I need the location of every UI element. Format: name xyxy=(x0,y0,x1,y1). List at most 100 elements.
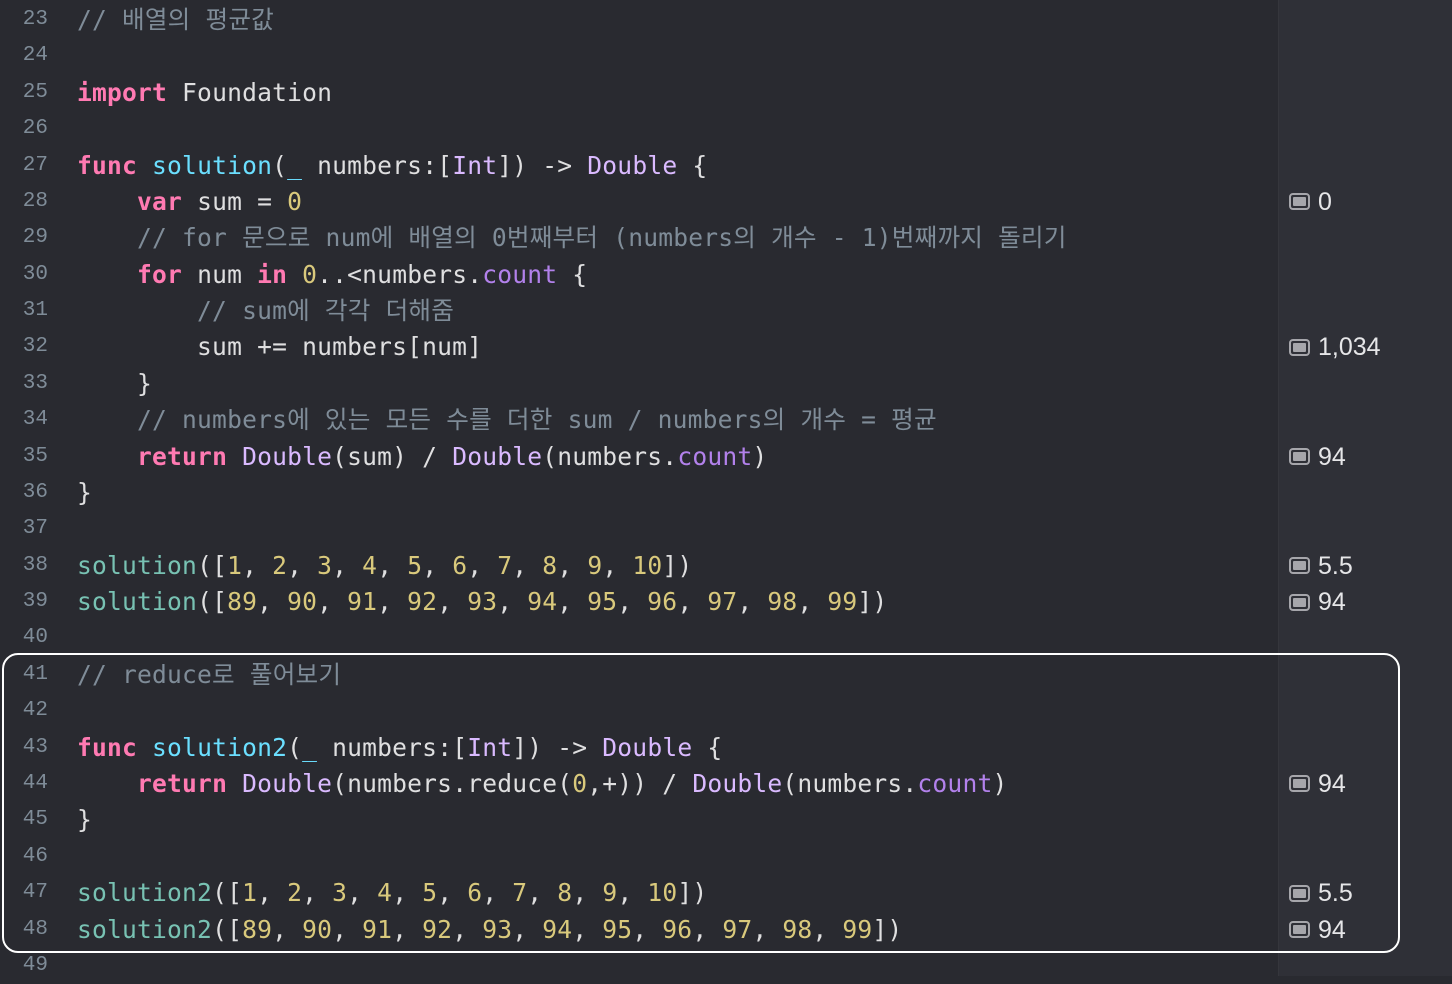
code-line[interactable]: 35 return Double(sum) / Double(numbers.c… xyxy=(0,439,1278,475)
result-badge[interactable]: 94 xyxy=(1289,912,1346,948)
code-line[interactable]: 42 xyxy=(0,693,1278,729)
quick-look-icon[interactable] xyxy=(1289,448,1310,466)
result-badge[interactable]: 1,034 xyxy=(1289,329,1381,365)
code-token-plain: , xyxy=(557,550,588,580)
code-token-plain: , xyxy=(287,550,318,580)
code-line[interactable]: 33 } xyxy=(0,366,1278,402)
quick-look-icon[interactable] xyxy=(1289,593,1310,611)
code-token-number: 98 xyxy=(767,587,798,617)
result-badge[interactable]: 94 xyxy=(1289,584,1346,620)
code-token-number: 95 xyxy=(587,587,618,617)
code-token-number: 0 xyxy=(572,768,588,798)
code-line[interactable]: 43 func solution2(_ numbers:[Int]) -> Dou… xyxy=(0,730,1278,766)
code-token-number: 89 xyxy=(242,914,273,944)
code-line[interactable]: 37 xyxy=(0,511,1278,547)
code-token-plain: { xyxy=(557,259,588,289)
code-editor[interactable]: 23// 배열의 평균값 24 25 import Foundation 26 27 fun… xyxy=(0,0,1278,977)
code-token-prop: count xyxy=(917,768,993,798)
code-text: solution2([89, 90, 91, 92, 93, 94, 95, 9… xyxy=(77,912,902,948)
code-line[interactable]: 47 solution2([1, 2, 3, 4, 5, 6, 7, 8, 9, … xyxy=(0,875,1278,911)
code-token-func: solution xyxy=(152,150,273,180)
code-line[interactable]: 44 return Double(numbers.reduce(0,+)) / … xyxy=(0,766,1278,802)
quick-look-icon[interactable] xyxy=(1289,557,1310,575)
line-number: 37 xyxy=(22,517,48,541)
line-number: 45 xyxy=(22,808,48,832)
code-token-keyword: return xyxy=(137,768,228,798)
code-line[interactable]: 23 // 배열의 평균값 xyxy=(0,2,1278,38)
code-line[interactable]: 28 var sum = 0 xyxy=(0,184,1278,220)
code-token-plain: , xyxy=(242,550,273,580)
code-line[interactable]: 49 xyxy=(0,948,1278,984)
line-number: 26 xyxy=(22,117,48,141)
line-number: 46 xyxy=(22,844,48,868)
code-line[interactable]: 41 // reduce로 풀어보기 xyxy=(0,657,1278,693)
quick-look-icon[interactable] xyxy=(1289,921,1310,938)
line-number: 41 xyxy=(22,662,48,686)
code-line[interactable]: 30 for num in 0..<numbers.count { xyxy=(0,257,1278,293)
line-number: 48 xyxy=(22,917,48,941)
code-token-comment: // numbers에 있는 모든 수를 더한 sum / numbers의 개… xyxy=(77,405,937,435)
line-number: 31 xyxy=(22,299,48,323)
code-token-keyword: for xyxy=(137,259,183,289)
code-token-plain: { xyxy=(692,732,723,762)
code-line[interactable]: 48 solution2([89, 90, 91, 92, 93, 94, 95,… xyxy=(0,912,1278,948)
code-token-number: 92 xyxy=(422,914,453,944)
code-line[interactable]: 45} xyxy=(0,802,1278,838)
code-line[interactable]: 36} xyxy=(0,475,1278,511)
code-line[interactable]: 24 xyxy=(0,38,1278,74)
code-token-number: 2 xyxy=(287,878,303,908)
code-text: } xyxy=(77,475,92,511)
code-token-plain: } xyxy=(77,805,93,835)
code-text: // numbers에 있는 모든 수를 더한 sum / numbers의 개… xyxy=(77,402,937,438)
result-badge[interactable]: 5.5 xyxy=(1289,875,1353,911)
line-number: 34 xyxy=(22,408,48,432)
code-token-plain: , xyxy=(512,550,543,580)
code-line[interactable]: 46 xyxy=(0,839,1278,875)
line-number: 36 xyxy=(22,480,48,504)
line-number: 44 xyxy=(22,771,48,795)
quick-look-icon[interactable] xyxy=(1289,884,1310,902)
code-line[interactable]: 26 xyxy=(0,111,1278,147)
code-token-number: 1 xyxy=(242,878,258,908)
code-token-call: solution xyxy=(77,587,198,617)
code-token-plain: , xyxy=(797,587,828,617)
results-sidebar xyxy=(1278,0,1452,976)
code-line[interactable]: 38 solution([1, 2, 3, 4, 5, 6, 7, 8, 9, 1… xyxy=(0,548,1278,584)
result-badge[interactable]: 5.5 xyxy=(1289,548,1353,584)
code-token-comment: // reduce로 풀어보기 xyxy=(77,659,342,689)
code-token-plain: ]) -> xyxy=(512,732,603,762)
code-token-number: 10 xyxy=(647,878,678,908)
code-token-number: 94 xyxy=(527,587,558,617)
quick-look-icon[interactable] xyxy=(1289,193,1310,211)
code-line[interactable]: 27 func solution(_ numbers:[Int]) -> Doub… xyxy=(0,148,1278,184)
code-token-plain: , xyxy=(377,587,408,617)
code-line[interactable]: 25 import Foundation xyxy=(0,75,1278,111)
result-value: 5.5 xyxy=(1318,551,1353,580)
quick-look-icon[interactable] xyxy=(1289,338,1310,356)
code-token-keyword: var xyxy=(137,186,183,216)
code-token-number: 99 xyxy=(842,914,873,944)
code-token-number: 2 xyxy=(272,550,288,580)
code-token-type: Double xyxy=(587,150,678,180)
code-token-number: 90 xyxy=(302,914,333,944)
quick-look-icon[interactable] xyxy=(1289,775,1310,793)
result-badge[interactable]: 94 xyxy=(1289,439,1346,475)
result-value: 94 xyxy=(1318,588,1346,617)
code-token-plain: numbers:[ xyxy=(317,732,468,762)
result-badge[interactable]: 94 xyxy=(1289,766,1346,802)
code-line[interactable]: 31 // sum에 각각 더해줌 xyxy=(0,293,1278,329)
code-line[interactable]: 32 sum += numbers[num] xyxy=(0,329,1278,365)
code-token-plain: , xyxy=(437,878,468,908)
code-line[interactable]: 39 solution([89, 90, 91, 92, 93, 94, 95, … xyxy=(0,584,1278,620)
code-token-plain: , xyxy=(737,587,768,617)
code-line[interactable]: 40 xyxy=(0,620,1278,656)
code-token-type: Int xyxy=(452,150,498,180)
result-badge[interactable]: 0 xyxy=(1289,184,1332,220)
code-token-plain: ( xyxy=(272,150,288,180)
code-token-plain: , xyxy=(512,914,543,944)
code-line[interactable]: 29 // for 문으로 num에 배열의 0번째부터 (numbers의 개… xyxy=(0,220,1278,256)
code-line[interactable]: 34 // numbers에 있는 모든 수를 더한 sum / numbers… xyxy=(0,402,1278,438)
code-token-plain: , xyxy=(497,587,528,617)
